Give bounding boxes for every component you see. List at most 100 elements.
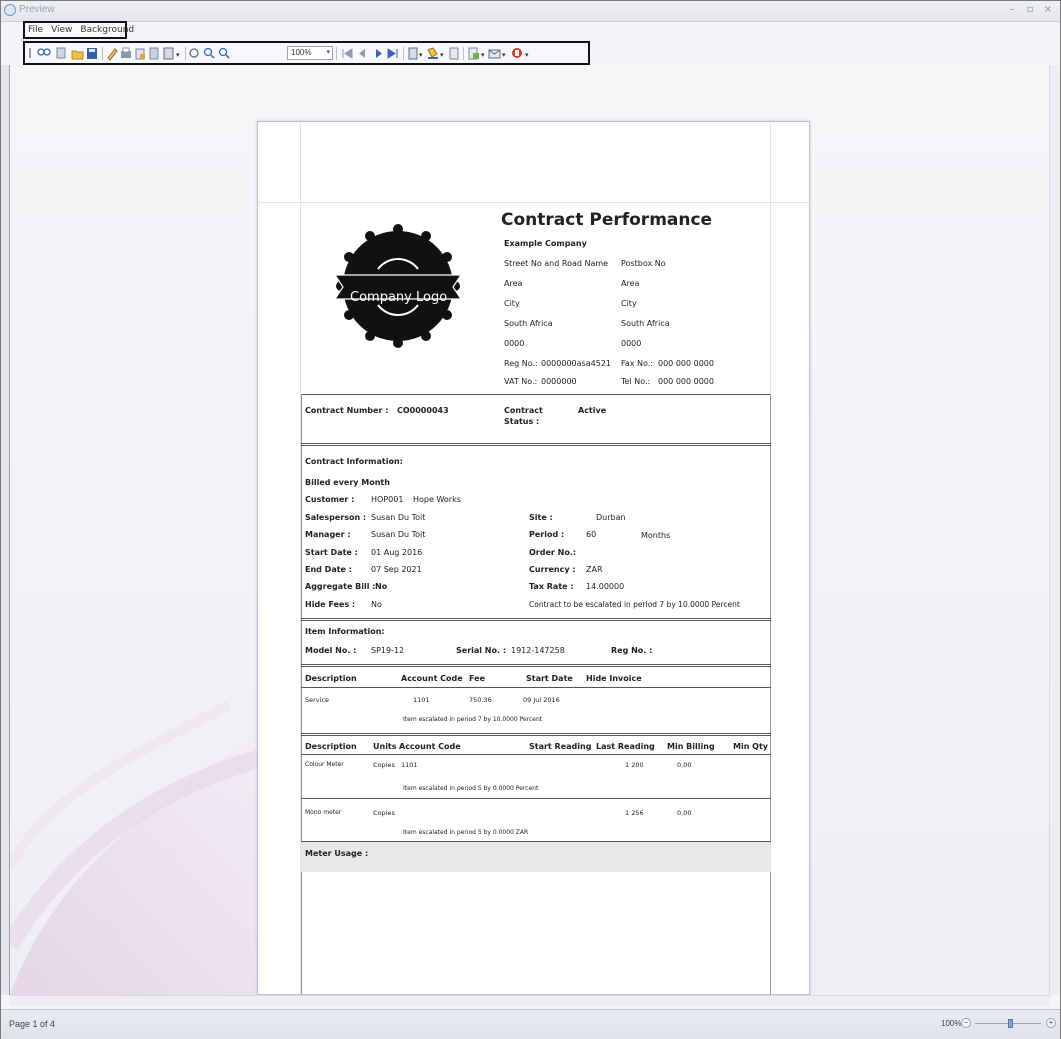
- item-reg-label: Reg No. :: [611, 646, 653, 655]
- fee-row-fee: 750.36: [469, 696, 492, 704]
- page-setup-icon: [149, 47, 159, 60]
- hand-tool-icon: [189, 48, 199, 58]
- divider: [301, 664, 771, 667]
- meter-row-last-reading: 1 256: [625, 809, 644, 817]
- svg-text:▾: ▾: [419, 51, 423, 59]
- item-info-heading: Item Information:: [305, 627, 385, 636]
- menu-background[interactable]: Background: [80, 25, 134, 35]
- customer-name: Hope Works: [413, 495, 461, 504]
- hide-fees-label: Hide Fees :: [305, 600, 356, 609]
- toolbar-grip-icon: [29, 48, 31, 58]
- company-postal-area: Area: [621, 279, 640, 288]
- reg-label: Reg No.:: [504, 359, 538, 368]
- customer-code: HOP001: [371, 495, 404, 504]
- meter-row-last-reading: 1 200: [625, 761, 644, 769]
- separator: [336, 47, 337, 60]
- horizontal-scrollbar[interactable]: [10, 995, 1050, 1006]
- meter-row-min-billing: 0.00: [677, 809, 692, 817]
- fax-label: Fax No.:: [621, 359, 654, 368]
- contract-status-label-line2: Status :: [504, 417, 540, 426]
- company-postal-code: 0000: [621, 339, 642, 348]
- period-label: Period :: [529, 530, 565, 539]
- meter-row-min-billing: 0.00: [677, 761, 692, 769]
- billing-frequency: Billed every Month: [305, 478, 390, 487]
- svg-text:▾: ▾: [481, 51, 485, 59]
- aggregate-bill: No: [375, 582, 388, 591]
- minimize-button[interactable]: –: [1004, 3, 1020, 17]
- open-icon: [71, 50, 84, 60]
- zoom-in-button[interactable]: +: [1046, 1018, 1056, 1028]
- first-page-icon: [342, 48, 353, 59]
- left-strip: [1, 65, 9, 995]
- menu-view[interactable]: View: [51, 25, 72, 35]
- fees-header-fee: Fee: [469, 674, 485, 683]
- separator: [463, 47, 464, 60]
- window-title: Preview: [19, 4, 55, 15]
- company-country: South Africa: [504, 319, 553, 328]
- meters-header-min-billing: Min Billing: [667, 742, 715, 751]
- meter-usage-label: Meter Usage :: [305, 849, 369, 858]
- customer-label: Customer :: [305, 495, 355, 504]
- vat-value: 0000000: [541, 377, 577, 386]
- title-bar: Preview – ▫ ×: [1, 1, 1060, 22]
- preview-window: Preview – ▫ × File View Background ▾ ▾ ▾…: [0, 0, 1061, 1039]
- vat-label: VAT No.:: [504, 377, 538, 386]
- meter-row-description: Mono meter: [305, 809, 342, 816]
- reg-value: 0000000asa4521: [541, 359, 611, 368]
- contract-number-label: Contract Number :: [305, 406, 389, 415]
- toolbar: ▾ ▾ ▾ ▾ ▾ ▾ 100% ▾: [23, 41, 590, 65]
- meters-header-start-reading: Start Reading: [529, 742, 592, 751]
- meter-row-units: Copies: [373, 761, 395, 769]
- restore-button[interactable]: ▫: [1022, 3, 1038, 17]
- separator: [102, 47, 103, 60]
- close-button[interactable]: ×: [1040, 3, 1056, 17]
- company-postbox: Postbox No: [621, 259, 666, 268]
- contract-number: CO0000043: [397, 406, 449, 415]
- start-date-label: Start Date :: [305, 548, 358, 557]
- logo-text: Company Logo: [350, 290, 448, 305]
- tel-label: Tel No.:: [621, 377, 651, 386]
- fee-row-start-date: 09 Jul 2016: [523, 696, 560, 704]
- find-icon: [37, 48, 51, 56]
- svg-text:▾: ▾: [502, 51, 506, 59]
- meter-usage-bar: [301, 842, 771, 872]
- company-name: Example Company: [504, 239, 587, 248]
- fax-value: 000 000 0000: [658, 359, 714, 368]
- zoom-out-icon: [218, 47, 230, 59]
- app-icon: [4, 4, 16, 16]
- zoom-combo[interactable]: 100% ▾: [287, 46, 333, 60]
- contract-info-heading: Contract Information:: [305, 457, 403, 466]
- hide-fees: No: [371, 600, 382, 609]
- margin-guide-top: [258, 202, 809, 203]
- edit-icon: [107, 48, 118, 61]
- svg-text:▾: ▾: [440, 51, 444, 59]
- vertical-scrollbar[interactable]: [1049, 65, 1060, 995]
- currency: ZAR: [586, 565, 603, 574]
- meter-row-account-code: 1101: [401, 761, 418, 769]
- meter-row-units: Copies: [373, 809, 395, 817]
- zoom-slider[interactable]: − +: [961, 1018, 1056, 1030]
- menu-file[interactable]: File: [28, 25, 43, 35]
- zoom-out-button[interactable]: −: [961, 1018, 971, 1028]
- divider: [301, 733, 771, 736]
- fee-row-description: Service: [305, 696, 330, 704]
- svg-text:▾: ▾: [176, 51, 180, 59]
- meters-header-units: Units: [373, 742, 397, 751]
- next-page-icon: [376, 49, 382, 58]
- order-no-label: Order No.:: [529, 548, 577, 557]
- zoom-slider-thumb[interactable]: [1008, 1019, 1013, 1028]
- fee-escalation-note: Item escalated in period 7 by 10.0000 Pe…: [403, 716, 543, 723]
- fees-header-start-date: Start Date: [526, 674, 573, 683]
- divider: [301, 394, 771, 395]
- status-bar: Page 1 of 4 100% − +: [1, 1009, 1060, 1039]
- meters-header-last-reading: Last Reading: [596, 742, 655, 751]
- svg-text:▾: ▾: [525, 51, 529, 59]
- company-postal-country: South Africa: [621, 319, 670, 328]
- meter-escalation-note: Item escalated in period 5 by 0.0000 Per…: [403, 785, 539, 792]
- salesperson-label: Salesperson :: [305, 513, 367, 522]
- company-street: Street No and Road Name: [504, 259, 609, 268]
- divider: [301, 798, 771, 799]
- divider: [301, 687, 771, 688]
- serial: 1912-147258: [511, 646, 565, 655]
- tax-rate-label: Tax Rate :: [529, 582, 574, 591]
